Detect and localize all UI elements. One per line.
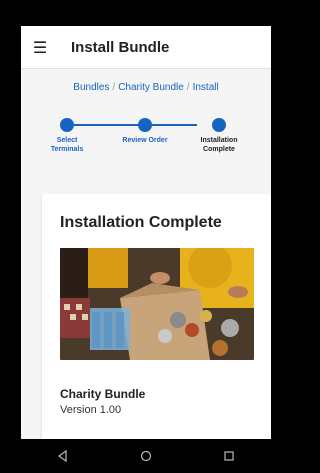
install-complete-card: Installation Complete Charity Bundle Ver… [42, 194, 271, 439]
step-dot-current [212, 118, 226, 132]
android-nav-bar [21, 439, 271, 473]
card-title: Installation Complete [60, 214, 222, 231]
step-dot-complete [60, 118, 74, 132]
home-icon[interactable] [131, 441, 161, 471]
breadcrumb-separator: / [112, 82, 116, 93]
breadcrumb-separator: / [186, 82, 190, 93]
page-title: Install Bundle [71, 38, 170, 56]
bundle-name: Charity Bundle [60, 387, 146, 401]
step-review-order[interactable]: Review Order [115, 116, 175, 145]
step-select-terminals[interactable]: Select Terminals [37, 116, 97, 154]
breadcrumb: Bundles / Charity Bundle / Install [21, 82, 271, 93]
hamburger-menu-icon[interactable]: ☰ [21, 26, 59, 69]
breadcrumb-bundles[interactable]: Bundles [73, 82, 109, 93]
back-icon[interactable] [48, 441, 78, 471]
step-dot-complete [138, 118, 152, 132]
app-screen: ☰ Install Bundle Bundles / Charity Bundle /… [21, 26, 271, 439]
device-frame: ☰ Install Bundle Bundles / Charity Bundle /… [0, 0, 271, 473]
step-label: Installation Complete [200, 137, 238, 153]
recents-icon[interactable] [214, 441, 244, 471]
bundle-version: Version 1.00 [60, 404, 122, 416]
app-bar: ☰ Install Bundle [21, 26, 271, 69]
step-label: Select Terminals [50, 137, 84, 153]
breadcrumb-charity-bundle[interactable]: Charity Bundle [118, 82, 184, 93]
breadcrumb-install[interactable]: Install [193, 82, 219, 93]
step-installation-complete: Installation Complete [189, 116, 249, 154]
install-stepper: Select Terminals Review Order Installati… [21, 116, 271, 176]
charity-food-donation-photo [60, 248, 254, 360]
step-label: Review Order [122, 137, 168, 144]
